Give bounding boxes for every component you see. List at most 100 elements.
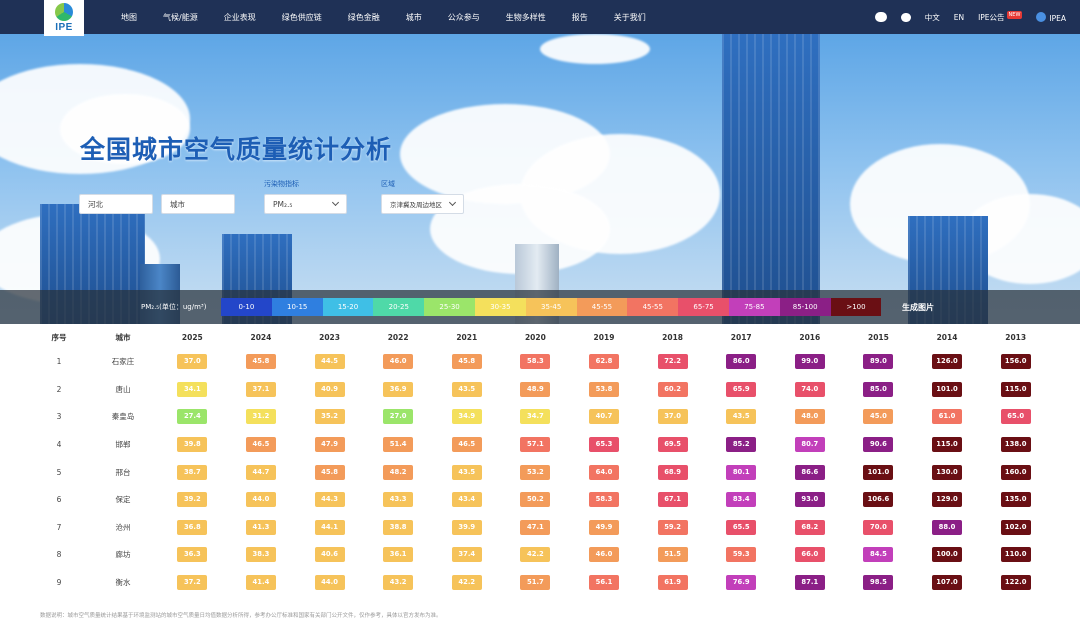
nav-item-report[interactable]: 报告 [572, 12, 588, 23]
pm25-value: 44.5 [314, 354, 345, 370]
pm25-value: 27.4 [177, 409, 208, 425]
region-select[interactable]: 京津冀及周边地区 [381, 194, 464, 214]
province-input[interactable]: 河北 [79, 194, 153, 214]
nav-item-about[interactable]: 关于我们 [614, 12, 646, 23]
city-name[interactable]: 唐山 [88, 376, 158, 404]
value-cell: 41.3 [227, 514, 296, 542]
pm25-value: 35.2 [314, 409, 345, 425]
chevron-down-icon [448, 198, 457, 207]
city-input[interactable]: 城市 [161, 194, 235, 214]
nav-item-enterprise[interactable]: 企业表现 [224, 12, 256, 23]
pm25-value: 37.0 [657, 409, 688, 425]
pm25-value: 51.7 [520, 575, 551, 591]
pm25-value: 83.4 [726, 492, 757, 508]
pollutant-select[interactable]: PM₂.₅ [264, 194, 347, 214]
value-cell: 45.8 [295, 458, 364, 486]
pm25-value: 66.0 [794, 547, 825, 563]
pm25-value: 115.0 [932, 437, 963, 453]
value-cell: 48.0 [776, 403, 845, 431]
pm25-value: 72.2 [657, 354, 688, 370]
city-name[interactable]: 保定 [88, 486, 158, 514]
value-cell: 156.0 [981, 348, 1050, 376]
city-name[interactable]: 衡水 [88, 569, 158, 597]
nav-item-map[interactable]: 地图 [121, 12, 137, 23]
pm25-value: 42.2 [451, 575, 482, 591]
city-name[interactable]: 邢台 [88, 458, 158, 486]
pm25-value: 45.8 [245, 354, 276, 370]
legend-swatch: 35-45 [525, 298, 577, 316]
value-cell: 101.0 [913, 376, 982, 404]
region-value: 京津冀及周边地区 [390, 201, 442, 209]
region-label: 区域 [381, 180, 395, 188]
value-cell: 74.0 [776, 376, 845, 404]
value-cell: 39.9 [432, 514, 501, 542]
pm25-value: 46.5 [245, 437, 276, 453]
value-cell: 65.5 [707, 514, 776, 542]
pm25-value: 80.1 [726, 464, 757, 480]
city-name[interactable]: 邯郸 [88, 431, 158, 459]
city-name[interactable]: 廊坊 [88, 541, 158, 569]
city-name[interactable]: 秦皇岛 [88, 403, 158, 431]
announcement-link[interactable]: IPE公告 NEW [978, 10, 1023, 23]
pm25-value: 90.6 [863, 437, 894, 453]
value-cell: 43.4 [432, 486, 501, 514]
pm25-value: 122.0 [1000, 575, 1031, 591]
column-header: 城市 [115, 332, 131, 342]
nav-item-biodiversity[interactable]: 生物多样性 [506, 12, 546, 23]
pm25-value: 100.0 [932, 547, 963, 563]
nav-item-city[interactable]: 城市 [406, 12, 422, 23]
row-index: 6 [56, 495, 62, 505]
city-name[interactable]: 石家庄 [88, 348, 158, 376]
pollutant-label: 污染物指标 [264, 180, 299, 188]
nav-menu: 地图 气候/能源 企业表现 绿色供应链 绿色金融 城市 公众参与 生物多样性 报… [108, 0, 659, 34]
pm25-value: 126.0 [932, 354, 963, 370]
nav-item-climate-energy[interactable]: 气候/能源 [163, 12, 198, 23]
wechat-icon[interactable] [874, 12, 887, 22]
value-cell: 89.0 [844, 348, 913, 376]
pm25-value: 86.6 [794, 464, 825, 480]
column-header: 2015 [867, 332, 889, 342]
value-cell: 45.0 [844, 403, 913, 431]
city-name[interactable]: 沧州 [88, 514, 158, 542]
value-cell: 87.1 [776, 569, 845, 597]
value-cell: 37.2 [158, 569, 227, 597]
legend-swatch: 10-15 [271, 298, 323, 316]
value-cell: 85.0 [844, 376, 913, 404]
weibo-icon[interactable] [900, 12, 911, 22]
pm25-value: 107.0 [932, 575, 963, 591]
pm25-value: 40.7 [588, 409, 619, 425]
value-cell: 99.0 [776, 348, 845, 376]
value-cell: 41.4 [227, 569, 296, 597]
pm25-value: 101.0 [932, 381, 963, 397]
column-header: 2021 [456, 332, 478, 342]
table-row: 8 廊坊 36.3 38.3 40.6 36.1 37.4 42.2 46.0 51.5 59.3 6… [30, 541, 1050, 569]
pm25-value: 27.0 [383, 409, 414, 425]
value-cell: 46.0 [364, 348, 433, 376]
generate-image-button[interactable]: 生成图片 [902, 290, 934, 324]
value-cell: 36.9 [364, 376, 433, 404]
pm25-value: 42.2 [520, 547, 551, 563]
nav-item-green-supply-chain[interactable]: 绿色供应链 [282, 12, 322, 23]
pm25-value: 47.1 [520, 519, 551, 535]
pm25-value: 135.0 [1000, 492, 1031, 508]
nav-item-green-finance[interactable]: 绿色金融 [348, 12, 380, 23]
legend-swatch: 25-30 [424, 298, 475, 316]
value-cell: 56.1 [570, 569, 639, 597]
lang-chinese[interactable]: 中文 [925, 12, 940, 23]
value-cell: 42.2 [432, 569, 501, 597]
pm25-value: 65.0 [1000, 409, 1031, 425]
pm25-value: 44.0 [245, 492, 276, 508]
pollutant-value: PM₂.₅ [273, 199, 293, 209]
legend-swatch: 45-55 [627, 298, 679, 316]
pm25-value: 43.5 [451, 464, 482, 480]
column-header: 2014 [936, 332, 958, 342]
table-row: 1 石家庄 37.0 45.8 44.5 46.0 45.8 58.3 62.8 72.2 86.0… [30, 348, 1050, 376]
pm25-value: 34.9 [451, 409, 482, 425]
user-menu[interactable]: IPEA [1036, 11, 1066, 23]
nav-item-public-participation[interactable]: 公众参与 [448, 12, 480, 23]
pm25-value: 47.9 [314, 437, 345, 453]
lang-english[interactable]: EN [954, 13, 964, 22]
ipe-logo[interactable]: IPE [44, 0, 84, 36]
column-header: 2013 [1005, 332, 1027, 342]
value-cell: 138.0 [981, 431, 1050, 459]
